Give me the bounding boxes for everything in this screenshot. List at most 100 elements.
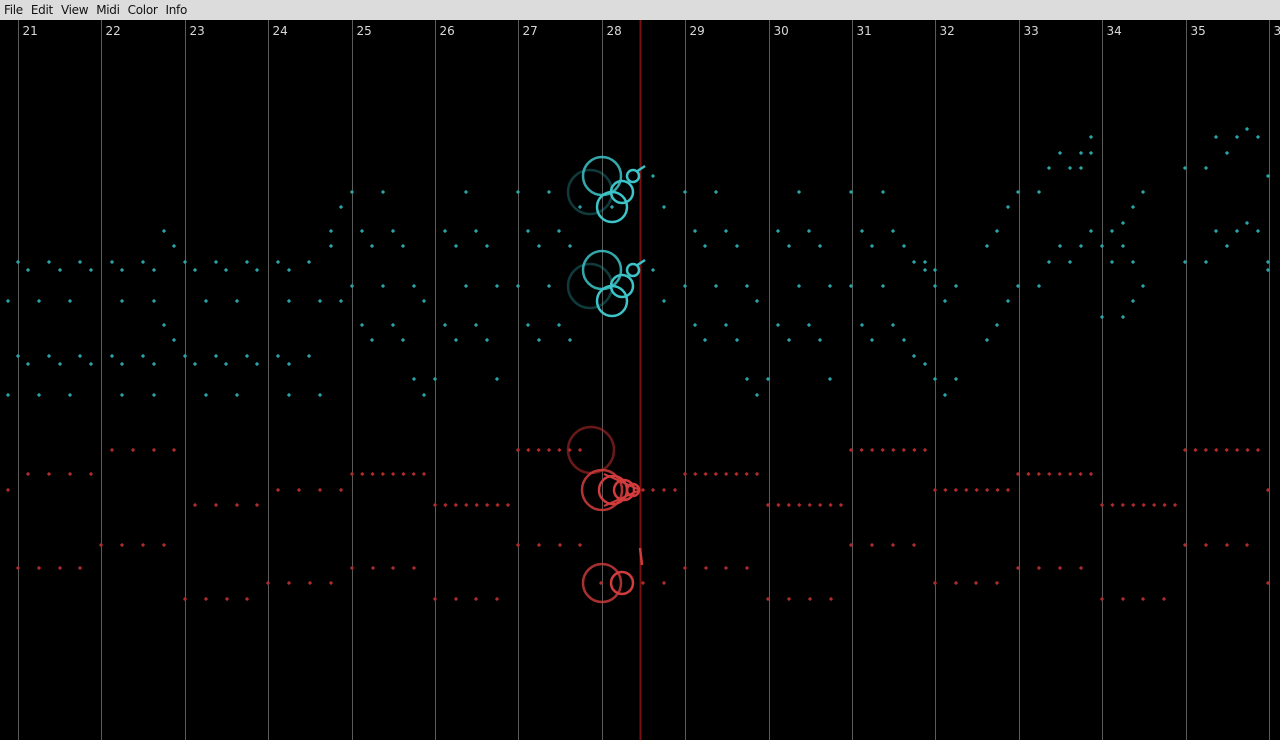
note-dot-lower xyxy=(1214,447,1219,453)
note-dot-upper xyxy=(556,228,562,234)
menu-file[interactable]: File xyxy=(0,0,27,20)
note-dot-upper xyxy=(234,298,240,304)
note-dot-upper xyxy=(171,243,177,249)
bar-number-label: 30 xyxy=(774,24,789,38)
note-dot-upper xyxy=(932,283,938,289)
note-dot-upper xyxy=(15,353,21,359)
note-dot-lower xyxy=(254,502,260,508)
note-dot-lower xyxy=(432,502,438,508)
note-dot-upper xyxy=(796,283,802,289)
note-dot-upper xyxy=(1036,283,1042,289)
note-dot-lower xyxy=(224,596,230,602)
note-dot-upper xyxy=(1078,243,1084,249)
note-dot-lower xyxy=(744,565,750,571)
note-dot-lower xyxy=(723,565,729,571)
note-dot-upper xyxy=(244,259,250,265)
note-dot-upper xyxy=(254,267,260,273)
note-dot-upper xyxy=(994,322,1000,328)
note-dot-lower xyxy=(1057,565,1063,571)
note-dot-lower xyxy=(640,487,646,493)
bar-number-label: 23 xyxy=(190,24,205,38)
note-dot-upper xyxy=(36,298,42,304)
note-dot-lower xyxy=(453,596,459,602)
note-dot-lower xyxy=(661,580,667,586)
note-dot-upper xyxy=(984,337,990,343)
note-dot-lower xyxy=(786,502,791,508)
menu-color[interactable]: Color xyxy=(124,0,162,20)
note-dot-upper xyxy=(453,243,459,249)
note-dot-lower xyxy=(807,596,813,602)
note-dot-upper xyxy=(380,283,386,289)
note-dot-lower xyxy=(67,471,73,477)
note-dot-lower xyxy=(380,471,385,477)
note-dot-upper xyxy=(306,259,312,265)
note-dot-upper xyxy=(151,267,157,273)
note-dot-lower xyxy=(275,487,281,493)
note-dot-lower xyxy=(536,447,541,453)
note-dot-upper xyxy=(328,228,334,234)
note-dot-upper xyxy=(1203,165,1209,171)
note-dot-lower xyxy=(401,471,406,477)
note-dot-lower xyxy=(182,596,188,602)
note-dot-lower xyxy=(1110,502,1115,508)
note-dot-upper xyxy=(525,228,531,234)
note-dot-upper xyxy=(338,298,344,304)
note-dot-lower xyxy=(526,447,531,453)
note-dot-upper xyxy=(922,267,928,273)
note-dot-upper xyxy=(546,189,552,195)
note-dot-upper xyxy=(473,322,479,328)
note-dot-lower xyxy=(953,487,958,493)
note-dot-upper xyxy=(213,353,219,359)
note-dot-lower xyxy=(1235,447,1240,453)
note-dot-upper xyxy=(453,337,459,343)
note-dot-lower xyxy=(485,502,490,508)
note-dot-upper xyxy=(484,337,490,343)
note-dot-lower xyxy=(682,565,688,571)
note-dot-lower xyxy=(1245,447,1250,453)
note-dot-lower xyxy=(797,502,802,508)
note-dot-upper xyxy=(286,361,292,367)
note-dot-upper xyxy=(67,392,73,398)
note-dot-lower xyxy=(473,596,479,602)
note-dot-upper xyxy=(754,392,760,398)
menu-midi[interactable]: Midi xyxy=(92,0,123,20)
note-dot-upper xyxy=(119,267,125,273)
note-dot-lower xyxy=(703,471,708,477)
note-dot-upper xyxy=(1130,204,1136,210)
note-dot-lower xyxy=(286,580,292,586)
note-dot-upper xyxy=(161,322,167,328)
visualization-canvas[interactable]: 21 22 23 24 25 26 27 28 29 30 31 32 33 34 35 36 xyxy=(0,20,1280,740)
note-dot-lower xyxy=(1172,502,1178,508)
note-dot-upper xyxy=(1234,134,1240,140)
note-dot-upper xyxy=(1130,298,1136,304)
menu-info[interactable]: Info xyxy=(162,0,192,20)
note-dot-upper xyxy=(25,267,31,273)
note-dot-lower xyxy=(515,447,521,453)
menu-view[interactable]: View xyxy=(57,0,92,20)
note-dot-lower xyxy=(1099,596,1105,602)
note-dot-upper xyxy=(317,392,323,398)
note-dot-lower xyxy=(119,542,125,548)
note-dot-upper xyxy=(1036,189,1042,195)
note-dot-upper xyxy=(890,322,896,328)
note-dot-lower xyxy=(464,502,469,508)
menu-bar: File Edit View Midi Color Info xyxy=(0,0,1280,20)
bar-number-label: 26 xyxy=(440,24,455,38)
note-dot-upper xyxy=(1224,243,1230,249)
note-dot-upper xyxy=(286,392,292,398)
note-dot-upper xyxy=(1255,228,1261,234)
note-dot-upper xyxy=(5,298,11,304)
note-dot-lower xyxy=(5,487,11,493)
note-dot-upper xyxy=(827,283,833,289)
note-dot-lower xyxy=(870,447,875,453)
note-dot-lower xyxy=(1036,471,1041,477)
note-dot-lower xyxy=(1224,542,1230,548)
note-dot-upper xyxy=(119,392,125,398)
note-dot-upper xyxy=(1099,314,1105,320)
note-dot-lower xyxy=(661,487,667,493)
note-dot-lower xyxy=(265,580,271,586)
note-dot-lower xyxy=(1099,502,1105,508)
menu-edit[interactable]: Edit xyxy=(27,0,57,20)
note-dot-upper xyxy=(859,322,865,328)
note-dot-lower xyxy=(985,487,990,493)
